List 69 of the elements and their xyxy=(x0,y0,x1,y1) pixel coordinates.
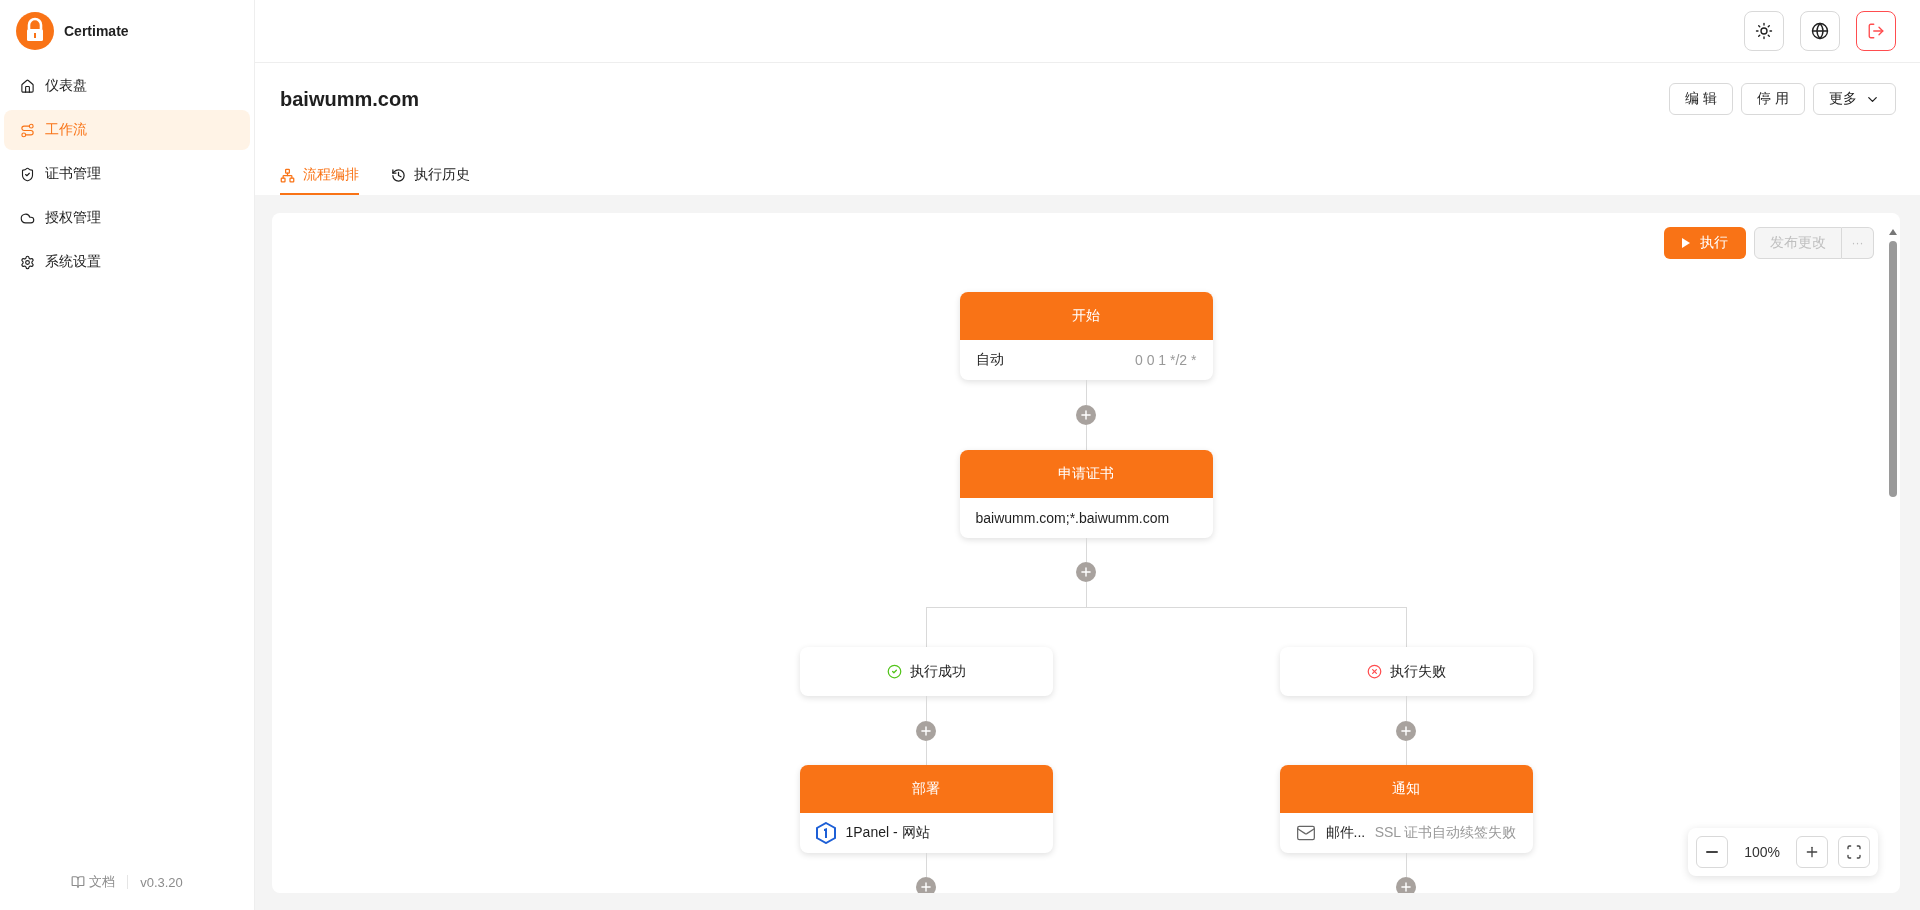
plus-icon xyxy=(919,724,933,738)
plus-icon xyxy=(1079,565,1093,579)
cloud-icon xyxy=(20,210,35,226)
play-icon xyxy=(1682,238,1690,248)
start-node[interactable]: 开始 自动 0 0 1 */2 * xyxy=(959,292,1213,380)
mail-icon xyxy=(1295,823,1316,843)
sidebar-item[interactable]: 系统设置 xyxy=(4,242,250,282)
action-node[interactable]: 部署 1Panel - 网站 xyxy=(799,765,1053,853)
node-text: 邮件... xyxy=(1325,824,1366,842)
action-node[interactable]: 通知 邮件... SSL 证书自动续签失败 xyxy=(1279,765,1533,853)
history-icon xyxy=(391,167,406,183)
logo-icon xyxy=(16,12,54,50)
plus-icon xyxy=(1804,844,1820,860)
settings-icon xyxy=(20,254,35,270)
hexagon-icon xyxy=(815,822,836,844)
node-text: baiwumm.com;*.baiwumm.com xyxy=(975,510,1170,526)
page-title: baiwumm.com xyxy=(280,87,419,111)
action-button[interactable]: 更多 xyxy=(1813,83,1896,115)
logout-button[interactable] xyxy=(1856,11,1896,51)
action-button[interactable]: 停 用 xyxy=(1741,83,1805,115)
shield-check-icon xyxy=(20,166,35,182)
house-icon xyxy=(20,78,35,94)
node-text: SSL 证书自动续签失败 xyxy=(1374,824,1517,842)
zoom-out-button[interactable] xyxy=(1696,836,1729,868)
node-text: 执行成功 xyxy=(909,662,966,681)
node-text: 执行失败 xyxy=(1389,662,1446,681)
apply-node[interactable]: 申请证书 baiwumm.com;*.baiwumm.com xyxy=(959,450,1213,538)
x-circle-icon xyxy=(1366,664,1382,679)
app-name: Certimate xyxy=(64,23,129,39)
sidebar-item[interactable]: 仪表盘 xyxy=(4,66,250,106)
globe-icon xyxy=(1811,22,1829,40)
plus-icon xyxy=(919,880,933,893)
plus-icon xyxy=(1079,408,1093,422)
action-button[interactable]: 编 辑 xyxy=(1669,83,1734,115)
add-step-button[interactable] xyxy=(916,877,936,893)
language-button[interactable] xyxy=(1800,11,1840,51)
plus-icon xyxy=(1399,880,1413,893)
node-text: 自动 xyxy=(975,351,1004,369)
check-circle-icon xyxy=(886,664,902,679)
node-title: 开始 xyxy=(959,292,1213,340)
zoom-in-button[interactable] xyxy=(1796,836,1828,868)
plus-icon xyxy=(1399,724,1413,738)
logout-icon xyxy=(1867,22,1885,40)
minus-icon xyxy=(1706,851,1719,853)
node-text: 1Panel - 网站 xyxy=(845,824,930,842)
docs-link[interactable]: 文档 xyxy=(71,873,116,891)
sitemap-icon xyxy=(280,167,295,183)
fullscreen-button[interactable] xyxy=(1838,836,1870,868)
theme-button[interactable] xyxy=(1744,11,1784,51)
book-icon xyxy=(71,875,86,889)
node-title: 通知 xyxy=(1279,765,1533,813)
route-icon xyxy=(20,122,35,138)
zoom-value: 100% xyxy=(1743,844,1781,860)
node-title: 部署 xyxy=(799,765,1053,813)
fullscreen-icon xyxy=(1846,844,1862,860)
add-step-button[interactable] xyxy=(1396,877,1416,893)
version-text: v0.3.20 xyxy=(140,874,183,890)
tab[interactable]: 执行历史 xyxy=(391,159,470,195)
add-step-button[interactable] xyxy=(916,721,936,741)
sidebar-item[interactable]: 证书管理 xyxy=(4,154,250,194)
node-title: 申请证书 xyxy=(959,450,1213,498)
add-step-button[interactable] xyxy=(1396,721,1416,741)
condition-node[interactable]: 执行失败 xyxy=(1279,647,1533,696)
condition-node[interactable]: 执行成功 xyxy=(799,647,1053,696)
add-step-button[interactable] xyxy=(1076,562,1096,582)
add-step-button[interactable] xyxy=(1076,405,1096,425)
sidebar-item[interactable]: 授权管理 xyxy=(4,198,250,238)
node-text: 0 0 1 */2 * xyxy=(1135,352,1197,368)
sun-icon xyxy=(1755,22,1773,40)
